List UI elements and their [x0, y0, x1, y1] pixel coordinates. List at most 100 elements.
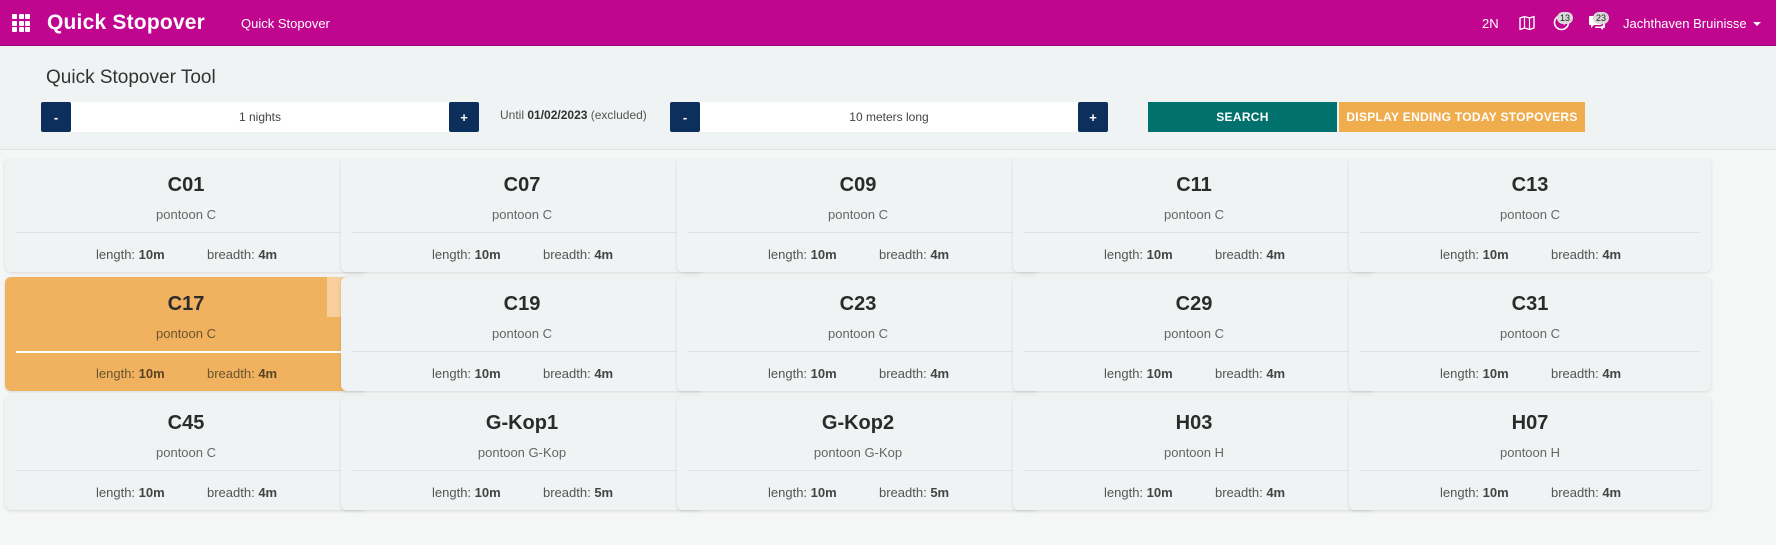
berth-length: length: 10m	[96, 485, 165, 500]
card-divider	[688, 232, 1028, 233]
berth-breadth: breadth: 4m	[1215, 247, 1285, 262]
user-name: Jachthaven Bruinisse	[1623, 16, 1747, 31]
until-suffix: (excluded)	[590, 108, 647, 122]
breadth-label: breadth:	[1215, 366, 1263, 381]
berth-card[interactable]: H03 pontoon H length: 10m breadth: 4m	[1013, 396, 1375, 510]
berth-card[interactable]: C29 pontoon C length: 10m breadth: 4m	[1013, 277, 1375, 391]
length-label: length:	[768, 247, 808, 262]
length-value: 10m	[810, 366, 837, 381]
berth-pontoon: pontoon C	[492, 326, 552, 341]
card-divider	[16, 470, 356, 471]
breadth-value: 4m	[594, 366, 614, 381]
breadth-label: breadth:	[879, 366, 927, 381]
breadth-value: 4m	[1602, 485, 1622, 500]
breadth-label: breadth:	[1551, 247, 1599, 262]
berth-pontoon: pontoon C	[1500, 207, 1560, 222]
length-value: 10m	[1146, 485, 1173, 500]
berth-pontoon: pontoon C	[156, 207, 216, 222]
card-divider	[688, 470, 1028, 471]
berth-card[interactable]: C09 pontoon C length: 10m breadth: 4m	[677, 158, 1039, 272]
search-button[interactable]: SEARCH	[1148, 102, 1337, 132]
shortcut-2n[interactable]: 2N	[1482, 16, 1499, 31]
berth-name: C09	[839, 174, 877, 196]
breadth-value: 4m	[1602, 366, 1622, 381]
nights-increment-button[interactable]: +	[449, 102, 479, 132]
breadth-value: 4m	[930, 366, 950, 381]
berth-card[interactable]: G-Kop2 pontoon G-Kop length: 10m breadth: 5…	[677, 396, 1039, 510]
length-value: 10m	[138, 247, 165, 262]
berth-breadth: breadth: 4m	[1551, 247, 1621, 262]
berth-breadth: breadth: 4m	[543, 366, 613, 381]
nights-stepper: - +	[41, 102, 479, 132]
berth-card[interactable]: C23 pontoon C length: 10m breadth: 4m	[677, 277, 1039, 391]
berth-pontoon: pontoon C	[1500, 326, 1560, 341]
length-input[interactable]	[700, 102, 1078, 132]
length-label: length:	[1440, 485, 1480, 500]
breadth-value: 4m	[1266, 366, 1286, 381]
berth-length: length: 10m	[432, 485, 501, 500]
berth-breadth: breadth: 4m	[879, 247, 949, 262]
berth-card[interactable]: G-Kop1 pontoon G-Kop length: 10m breadth: 5…	[341, 396, 703, 510]
berth-card[interactable]: C19 pontoon C length: 10m breadth: 4m	[341, 277, 703, 391]
breadth-label: breadth:	[1551, 366, 1599, 381]
berth-name: C19	[503, 293, 541, 315]
berth-breadth: breadth: 4m	[1551, 485, 1621, 500]
length-label: length:	[1104, 366, 1144, 381]
berth-length: length: 10m	[96, 247, 165, 262]
berth-pontoon: pontoon C	[492, 207, 552, 222]
berth-breadth: breadth: 4m	[1215, 366, 1285, 381]
until-prefix: Until	[500, 108, 525, 122]
length-label: length:	[1440, 247, 1480, 262]
card-divider	[1360, 351, 1700, 352]
nights-input[interactable]	[71, 102, 449, 132]
berth-card[interactable]: C07 pontoon C length: 10m breadth: 4m	[341, 158, 703, 272]
length-label: length:	[432, 485, 472, 500]
breadth-value: 4m	[1602, 247, 1622, 262]
menu-quick-stopover[interactable]: Quick Stopover	[241, 16, 330, 31]
berth-card[interactable]: H07 pontoon H length: 10m breadth: 4m	[1349, 396, 1711, 510]
length-value: 10m	[474, 485, 501, 500]
berth-pontoon: pontoon H	[1500, 445, 1560, 460]
length-increment-button[interactable]: +	[1078, 102, 1108, 132]
activities-badge: 13	[1557, 12, 1574, 24]
berth-card[interactable]: C45 pontoon C length: 10m breadth: 4m	[5, 396, 367, 510]
length-label: length:	[96, 366, 136, 381]
berth-card[interactable]: C11 pontoon C length: 10m breadth: 4m	[1013, 158, 1375, 272]
breadth-value: 5m	[594, 485, 614, 500]
breadth-label: breadth:	[543, 485, 591, 500]
berth-breadth: breadth: 4m	[879, 366, 949, 381]
length-value: 10m	[138, 366, 165, 381]
breadth-label: breadth:	[1551, 485, 1599, 500]
page-title: Quick Stopover Tool	[46, 67, 216, 88]
berth-length: length: 10m	[768, 485, 837, 500]
berth-card[interactable]: C17pontoon Clength: 10mbreadth: 4mX	[5, 277, 367, 391]
length-stepper: - +	[670, 102, 1108, 132]
berth-card[interactable]: C01 pontoon C length: 10m breadth: 4m	[5, 158, 367, 272]
length-value: 10m	[1482, 247, 1509, 262]
berth-name: H03	[1175, 412, 1213, 434]
length-decrement-button[interactable]: -	[670, 102, 700, 132]
user-menu[interactable]: Jachthaven Bruinisse	[1623, 16, 1761, 31]
berth-breadth: breadth: 4m	[207, 247, 277, 262]
berth-pontoon: pontoon C	[156, 445, 216, 460]
nights-decrement-button[interactable]: -	[41, 102, 71, 132]
berth-pontoon: pontoon C	[1164, 326, 1224, 341]
breadth-value: 5m	[930, 485, 950, 500]
messages-badge: 23	[1593, 12, 1610, 24]
breadth-label: breadth:	[1215, 485, 1263, 500]
length-label: length:	[96, 247, 136, 262]
app-brand[interactable]: Quick Stopover	[47, 11, 205, 35]
berth-card[interactable]: C13 pontoon C length: 10m breadth: 4m	[1349, 158, 1711, 272]
display-ending-today-button[interactable]: DISPLAY ENDING TODAY STOPOVERS	[1339, 102, 1585, 132]
length-label: length:	[768, 485, 808, 500]
card-divider	[352, 232, 692, 233]
berth-card[interactable]: C31 pontoon C length: 10m breadth: 4m	[1349, 277, 1711, 391]
berth-pontoon: pontoon C	[156, 326, 216, 341]
breadth-value: 4m	[258, 247, 278, 262]
length-value: 10m	[474, 366, 501, 381]
berth-length: length: 10m	[432, 366, 501, 381]
apps-menu-icon[interactable]	[12, 14, 30, 32]
map-icon[interactable]	[1519, 15, 1535, 31]
breadth-value: 4m	[930, 247, 950, 262]
berth-pontoon: pontoon C	[828, 326, 888, 341]
